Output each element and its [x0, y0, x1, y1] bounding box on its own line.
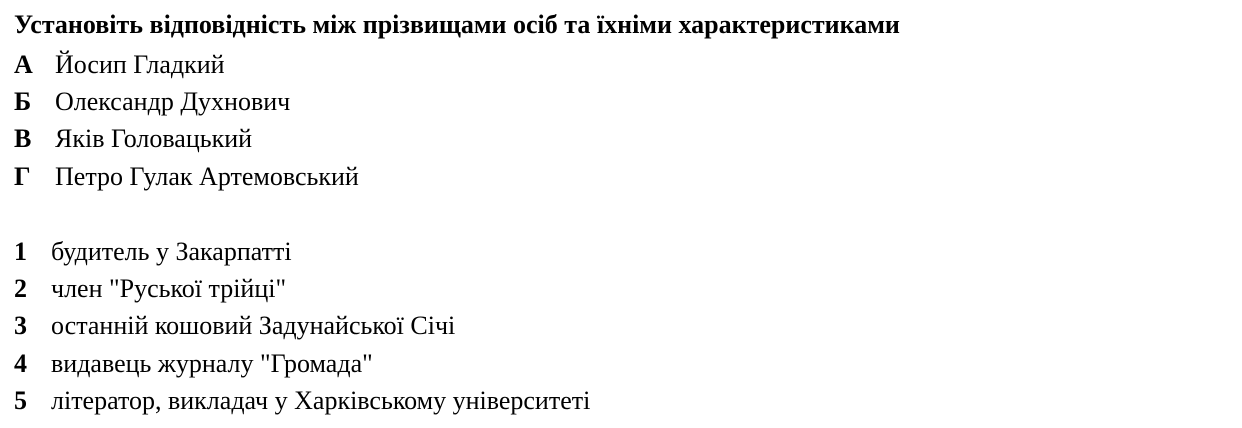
person-name: Яків Головацький: [55, 124, 253, 154]
option-number: 4: [14, 348, 27, 378]
person-item-a: А Йосип Гладкий: [14, 46, 359, 83]
trait-text: член "Руської трійці": [51, 274, 287, 304]
option-number: 1: [14, 236, 27, 266]
trait-item-4: 4 видавець журналу "Громада": [14, 345, 590, 382]
trait-text: літератор, викладач у Харківському уніве…: [51, 386, 591, 416]
trait-text: будитель у Закарпатті: [51, 236, 292, 266]
option-number: 5: [14, 386, 27, 416]
option-letter: Б: [14, 87, 32, 117]
question-title: Установіть відповідність між прізвищами …: [14, 10, 900, 39]
trait-text: останній кошовий Задунайської Січі: [51, 311, 456, 341]
option-number: 3: [14, 311, 27, 341]
option-letter: Г: [14, 161, 31, 191]
person-name: Петро Гулак Артемовський: [55, 161, 359, 191]
option-letter: В: [14, 124, 32, 154]
person-item-v: В Яків Головацький: [14, 121, 359, 158]
option-letter: А: [14, 49, 33, 79]
trait-item-2: 2 член "Руської трійці": [14, 270, 590, 307]
trait-item-5: 5 літератор, викладач у Харківському уні…: [14, 383, 590, 420]
person-name: Олександр Духнович: [55, 87, 291, 117]
people-list: А Йосип Гладкий Б Олександр Духнович В Я…: [14, 46, 359, 196]
trait-item-3: 3 останній кошовий Задунайської Січі: [14, 308, 590, 345]
person-name: Йосип Гладкий: [55, 49, 225, 79]
trait-item-1: 1 будитель у Закарпатті: [14, 233, 590, 270]
traits-list: 1 будитель у Закарпатті 2 член "Руської …: [14, 233, 590, 420]
trait-text: видавець журналу "Громада": [51, 348, 373, 378]
person-item-h: Г Петро Гулак Артемовський: [14, 158, 359, 195]
option-number: 2: [14, 274, 27, 304]
person-item-b: Б Олександр Духнович: [14, 83, 359, 120]
matching-question: Установіть відповідність між прізвищами …: [0, 0, 1242, 428]
